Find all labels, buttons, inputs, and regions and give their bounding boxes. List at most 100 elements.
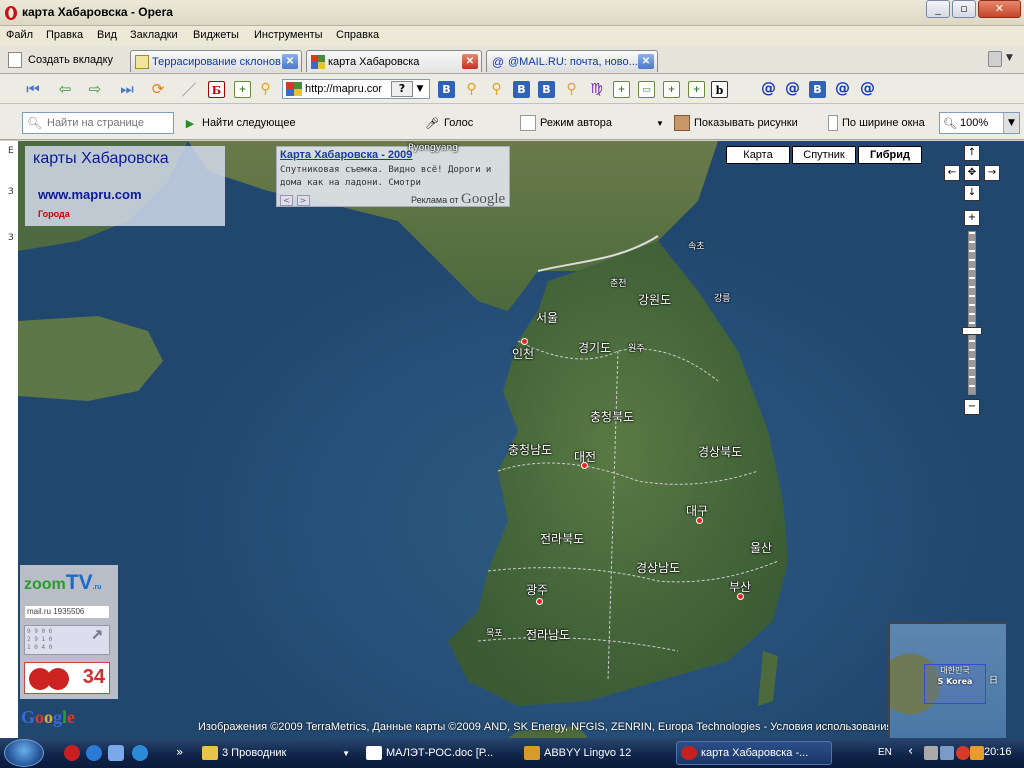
task-word-doc[interactable]: МАЛЭТ-РОС.doc [Р... (362, 741, 514, 765)
pan-right-icon[interactable]: → (984, 165, 1000, 181)
pan-up-icon[interactable]: ↑ (964, 145, 980, 161)
menu-tools[interactable]: Инструменты (254, 29, 323, 41)
pan-center-icon[interactable]: ✥ (964, 165, 980, 181)
bookmark-search-icon[interactable]: ⚲ (563, 81, 580, 98)
show-desktop-icon[interactable] (108, 745, 124, 761)
tab-terracing[interactable]: Террасирование склонов ✕ (130, 50, 302, 72)
menu-widgets[interactable]: Виджеты (193, 29, 239, 41)
zoom-slider-track[interactable] (968, 231, 976, 395)
map-type-map-button[interactable]: Карта (726, 146, 790, 164)
pan-down-icon[interactable]: ↓ (964, 185, 980, 201)
site-url-link[interactable]: www.mapru.com (38, 187, 142, 202)
bookmark-mail-at-icon[interactable]: @ (784, 81, 801, 98)
volume-icon[interactable] (924, 746, 938, 760)
bookmark-vk-icon[interactable]: B (438, 81, 455, 98)
bookmark-vk-icon[interactable]: B (538, 81, 555, 98)
menu-view[interactable]: Вид (97, 29, 117, 41)
ie-launch-icon[interactable] (86, 745, 102, 761)
tab-mailru[interactable]: @ @MAIL.RU: почта, ново... ✕ (486, 50, 658, 72)
language-indicator[interactable]: EN (878, 747, 892, 758)
zoom-slider-handle[interactable] (962, 327, 982, 335)
tray-app-icon[interactable] (970, 746, 984, 760)
close-tab-icon[interactable]: ✕ (638, 54, 654, 69)
opera-tray-icon[interactable] (956, 746, 970, 760)
overview-map[interactable]: 대한민국 S Korea 日 (888, 622, 1006, 738)
fast-forward-icon[interactable]: ⏭ (116, 79, 138, 99)
zoom-out-button[interactable]: − (964, 399, 980, 415)
liveinternet-counter[interactable]: 9 9 0 6 2 9 1 0 1 0 4 0 ↗ (24, 622, 110, 655)
satellite-map[interactable]: карты Хабаровска www.mapru.com Города Ка… (18, 141, 1024, 738)
pan-left-icon[interactable]: ← (944, 165, 960, 181)
maximize-button[interactable]: ▫ (952, 0, 976, 18)
find-input[interactable] (47, 117, 167, 129)
find-next-button[interactable]: ▶ Найти следующее (182, 115, 296, 131)
bookmark-virgo-icon[interactable]: ♍ (588, 81, 605, 98)
forward-arrow-icon[interactable]: ⇨ (84, 79, 106, 99)
network-icon[interactable] (940, 746, 954, 760)
chevron-down-icon[interactable]: ▼ (1006, 53, 1013, 63)
trash-icon[interactable] (988, 51, 1002, 67)
mailru-counter[interactable]: mail.ru 1935506 (24, 605, 110, 619)
bookmark-mail-at-icon[interactable]: @ (859, 81, 876, 98)
overview-viewport[interactable]: 대한민국 S Korea (924, 664, 986, 704)
task-explorer[interactable]: 3 Проводник ▼ (198, 741, 354, 765)
bookmark-page-icon[interactable]: + (688, 81, 705, 98)
city-marker[interactable] (737, 593, 744, 600)
task-opera-map[interactable]: карта Хабаровска -... (676, 741, 832, 765)
bookmark-page-icon[interactable]: + (663, 81, 680, 98)
url-input[interactable] (305, 83, 391, 95)
help-button[interactable]: ? (391, 81, 413, 97)
menu-bookmarks[interactable]: Закладки (130, 29, 178, 41)
bookmark-page-icon[interactable]: ▭ (638, 81, 655, 98)
menu-file[interactable]: Файл (6, 29, 33, 41)
ad-title-link[interactable]: Карта Хабаровска - 2009 (280, 149, 412, 161)
city-marker[interactable] (536, 598, 543, 605)
tab-khabarovsk-map[interactable]: карта Хабаровска ✕ (306, 50, 482, 72)
show-images-button[interactable]: Показывать рисунки (674, 115, 798, 131)
menu-help[interactable]: Справка (336, 29, 379, 41)
quick-launch-expand-icon[interactable]: » (176, 745, 183, 759)
author-mode-button[interactable]: Режим автора ▼ (520, 115, 664, 131)
pencil-icon[interactable]: ／ (178, 79, 200, 99)
bookmark-mail-at-icon[interactable]: @ (760, 81, 777, 98)
zoom-slider[interactable] (962, 231, 982, 395)
bookmark-b-red-icon[interactable]: Б (208, 81, 225, 98)
find-on-page-field[interactable]: 🔍︎ (22, 112, 174, 134)
city-marker[interactable] (696, 517, 703, 524)
start-button[interactable] (4, 739, 44, 767)
close-window-button[interactable]: ✕ (978, 0, 1021, 18)
map-type-hybrid-button[interactable]: Гибрид (858, 146, 922, 164)
city-marker[interactable] (521, 338, 528, 345)
bookmark-search-icon[interactable]: ⚲ (463, 81, 480, 98)
google-logo[interactable]: Google (21, 707, 75, 728)
voice-button[interactable]: 🎤︎ Голос (424, 115, 473, 131)
minimize-button[interactable]: _ (926, 0, 950, 18)
next-arrow-icon[interactable]: > (296, 195, 310, 206)
chevron-down-icon[interactable]: ▼ (656, 119, 664, 128)
quick-launch-icon[interactable] (132, 745, 148, 761)
bookmark-mail-at-icon[interactable]: @ (834, 81, 851, 98)
zoom-selector[interactable]: 🔍︎ 100% ▼ (939, 112, 1020, 134)
rewind-icon[interactable]: ⏮ (22, 79, 44, 99)
close-tab-icon[interactable]: ✕ (462, 54, 478, 69)
bookmark-b-box-icon[interactable]: b (711, 81, 728, 98)
new-tab-button[interactable]: Создать вкладку (8, 50, 113, 70)
bookmark-vk-icon[interactable]: B (513, 81, 530, 98)
strawberry-counter[interactable]: 34 (24, 662, 110, 694)
close-tab-icon[interactable]: ✕ (282, 54, 298, 69)
reload-icon[interactable]: ⟳ (147, 79, 169, 99)
cities-link[interactable]: Города (38, 209, 70, 219)
city-marker[interactable] (581, 462, 588, 469)
chevron-left-icon[interactable]: ‹ (908, 744, 913, 759)
map-type-satellite-button[interactable]: Спутник (792, 146, 856, 164)
bookmark-search-icon[interactable]: ⚲ (488, 81, 505, 98)
ad-nav-arrows[interactable]: < > (280, 193, 310, 206)
prev-arrow-icon[interactable]: < (280, 195, 293, 206)
chevron-down-icon[interactable]: ▼ (413, 84, 427, 94)
zoomtv-logo[interactable]: zoomTV.ru (24, 571, 102, 595)
back-arrow-icon[interactable]: ⇦ (54, 79, 76, 99)
address-bar[interactable]: ? ▼ (282, 79, 430, 99)
bookmark-vk-icon[interactable]: B (809, 81, 826, 98)
bookmark-page-icon[interactable]: + (613, 81, 630, 98)
task-lingvo[interactable]: ABBYY Lingvo 12 (520, 741, 670, 765)
